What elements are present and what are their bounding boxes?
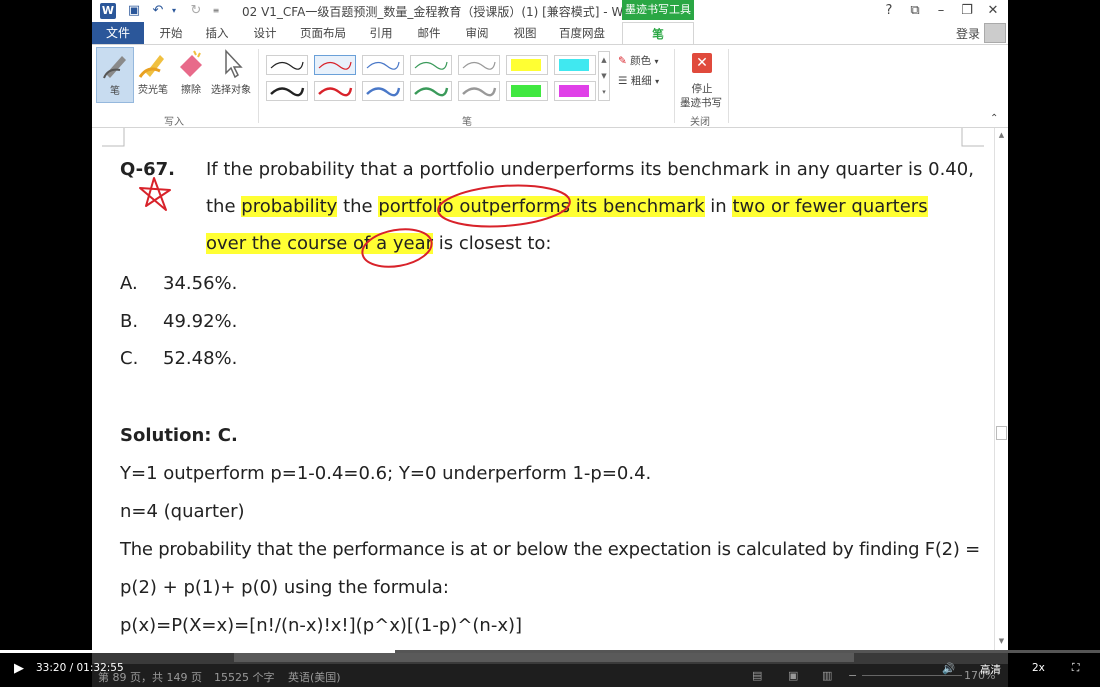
tab-mailings[interactable]: 邮件 <box>414 22 444 44</box>
pens-group-label: 笔 <box>462 117 472 128</box>
highlighter-tool-button[interactable]: 荧光笔 <box>134 47 172 103</box>
restore-icon[interactable]: ❐ <box>956 2 978 20</box>
speed-button[interactable]: 2x <box>1032 662 1045 674</box>
group-separator <box>728 49 729 123</box>
highlighter-style-green[interactable] <box>506 81 548 101</box>
window-title: 02 V1_CFA一级百题预测_数量_金程教育（授课版）(1) [兼容模式] -… <box>242 5 643 19</box>
tab-design[interactable]: 设计 <box>250 22 280 44</box>
pen-style-red-thin[interactable] <box>314 55 356 75</box>
pen-style-gray-thick[interactable] <box>458 81 500 101</box>
pen-tool-button[interactable]: 笔 <box>96 47 134 103</box>
play-icon[interactable]: ▶ <box>14 662 28 676</box>
tab-page-layout[interactable]: 页面布局 <box>298 22 348 44</box>
sign-in-link[interactable]: 登录 <box>956 25 980 42</box>
cursor-arrow-icon <box>210 47 252 81</box>
quality-button[interactable]: 高清 <box>980 662 1001 677</box>
pen-style-black-thin[interactable] <box>266 55 308 75</box>
pen-style-green-thick[interactable] <box>410 81 452 101</box>
highlighter-style-yellow[interactable] <box>506 55 548 75</box>
word-app-icon[interactable]: W <box>100 3 116 19</box>
chevron-down-icon: ▾ <box>654 57 659 66</box>
tab-file[interactable]: 文件 <box>92 22 144 44</box>
ribbon: 笔 荧光笔 擦除 选择对象 写入 ▲ ▼ ▾ ✎ 颜色 ▾ ☰ 粗细 ▾ 笔 ✕… <box>92 44 1008 128</box>
redo-icon[interactable]: ↻ <box>188 3 204 19</box>
tab-baidu-netdisk[interactable]: 百度网盘 <box>556 22 608 44</box>
left-letterbox <box>0 0 92 687</box>
pen-style-blue-thin[interactable] <box>362 55 404 75</box>
customize-qat-icon[interactable]: ≡ <box>208 3 224 19</box>
group-separator <box>674 49 675 123</box>
highlighter-style-magenta[interactable] <box>554 81 596 101</box>
document-page[interactable]: Q-67. If the probability that a portfoli… <box>92 128 994 650</box>
avatar[interactable] <box>984 23 1006 43</box>
highlighter-style-cyan[interactable] <box>554 55 596 75</box>
title-bar: W ▣ ↶ ▾ ↻ ≡ 02 V1_CFA一级百题预测_数量_金程教育（授课版）… <box>92 0 1008 22</box>
vertical-scrollbar[interactable]: ▲ ▼ <box>994 128 1008 650</box>
minimize-icon[interactable]: – <box>930 2 952 20</box>
pen-style-blue-thick[interactable] <box>362 81 404 101</box>
pen-thickness-button[interactable]: ☰ 粗细 ▾ <box>618 73 659 88</box>
ink-tools-context-label: 墨迹书写工具 <box>622 0 694 20</box>
thickness-icon: ☰ <box>618 75 628 87</box>
ribbon-display-icon[interactable]: ⧉ <box>904 2 926 20</box>
pen-style-black-thick[interactable] <box>266 81 308 101</box>
video-player-controls: ▶ 33:20 / 01:32:55 🔊 高清 2x ⛶ <box>0 650 1100 687</box>
undo-dropdown-icon[interactable]: ▾ <box>166 3 182 19</box>
stop-inking-icon[interactable]: ✕ <box>692 53 712 73</box>
volume-icon[interactable]: 🔊 <box>942 662 955 675</box>
pen-style-green-thin[interactable] <box>410 55 452 75</box>
highlighter-icon <box>134 47 172 81</box>
fullscreen-icon[interactable]: ⛶ <box>1072 662 1079 675</box>
pen-color-button[interactable]: ✎ 颜色 ▾ <box>618 53 659 68</box>
tab-review[interactable]: 审阅 <box>462 22 492 44</box>
ink-annotations <box>139 177 571 268</box>
help-button[interactable]: ? <box>878 2 900 20</box>
eraser-tool-button[interactable]: 擦除 <box>172 47 210 103</box>
stop-inking-label-2[interactable]: 墨迹书写 <box>680 95 722 110</box>
stop-inking-label-1[interactable]: 停止 <box>690 81 714 96</box>
write-group-label: 写入 <box>164 117 184 128</box>
undo-icon[interactable]: ↶ <box>150 3 166 19</box>
ink-circle-year <box>361 228 433 268</box>
tab-references[interactable]: 引用 <box>366 22 396 44</box>
right-letterbox <box>1008 0 1100 687</box>
chevron-down-icon: ▾ <box>655 77 660 86</box>
tab-pen[interactable]: 笔 <box>622 22 694 44</box>
group-separator <box>258 49 259 123</box>
tab-insert[interactable]: 插入 <box>202 22 232 44</box>
progress-fill <box>0 650 395 653</box>
progress-bar[interactable] <box>0 650 1100 653</box>
pen-icon <box>97 48 133 82</box>
scroll-thumb[interactable] <box>996 426 1007 440</box>
close-group-label: 关闭 <box>690 117 710 128</box>
eraser-icon <box>172 47 210 81</box>
close-icon[interactable]: ✕ <box>982 2 1004 20</box>
save-icon[interactable]: ▣ <box>126 3 142 19</box>
ribbon-tabs: 文件 开始 插入 设计 页面布局 引用 邮件 审阅 视图 百度网盘 笔 登录 <box>92 22 1008 44</box>
pen-style-red-thick[interactable] <box>314 81 356 101</box>
pen-color-icon: ✎ <box>618 55 627 67</box>
pen-style-gray-thin[interactable] <box>458 55 500 75</box>
scroll-up-icon[interactable]: ▲ <box>995 130 1008 140</box>
scroll-down-icon[interactable]: ▼ <box>995 636 1008 646</box>
tab-view[interactable]: 视图 <box>510 22 540 44</box>
timecode: 33:20 / 01:32:55 <box>36 662 124 674</box>
collapse-ribbon-icon[interactable]: ⌃ <box>990 113 998 124</box>
pen-gallery-scroll[interactable]: ▲ ▼ ▾ <box>598 51 610 101</box>
tab-home[interactable]: 开始 <box>156 22 186 44</box>
ink-circle-outperforms <box>437 184 571 228</box>
word-window: W ▣ ↶ ▾ ↻ ≡ 02 V1_CFA一级百题预测_数量_金程教育（授课版）… <box>92 0 1008 687</box>
select-objects-button[interactable]: 选择对象 <box>210 47 252 103</box>
ink-star-mark <box>139 177 171 211</box>
